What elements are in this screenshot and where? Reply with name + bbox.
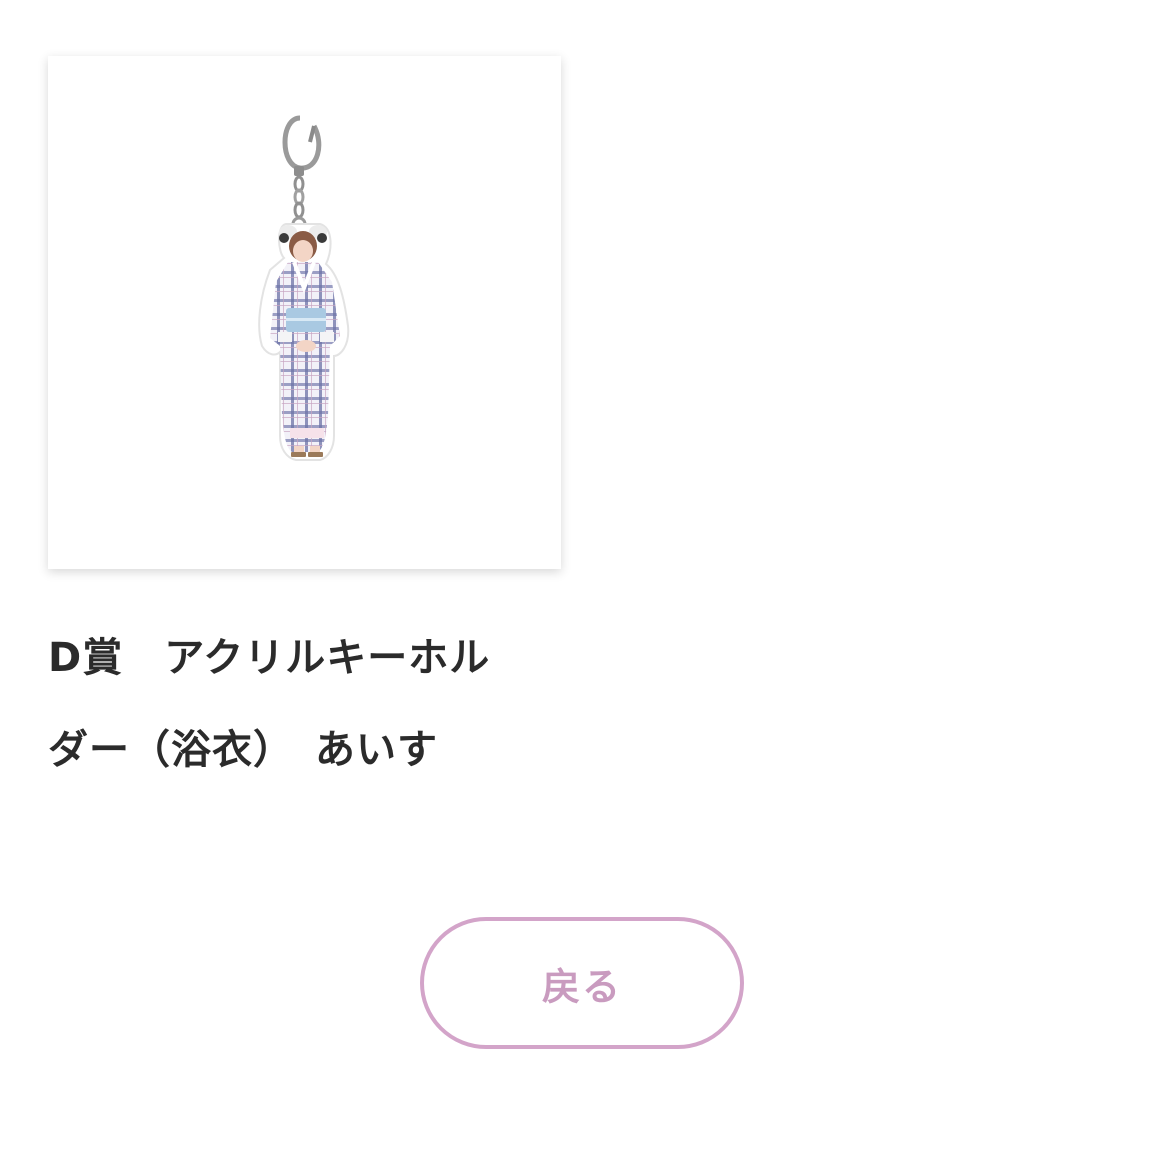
back-button[interactable]: 戻る xyxy=(420,917,744,1049)
product-title-line1: D賞 アクリルキーホル xyxy=(48,635,491,681)
keyring-clasp-icon xyxy=(282,115,322,232)
product-image-card[interactable] xyxy=(48,56,561,569)
product-title-line2: ダー（浴衣） あいす xyxy=(48,727,438,773)
product-title: D賞 アクリルキーホル ダー（浴衣） あいす xyxy=(48,612,548,796)
acrylic-keychain-image xyxy=(258,115,350,461)
